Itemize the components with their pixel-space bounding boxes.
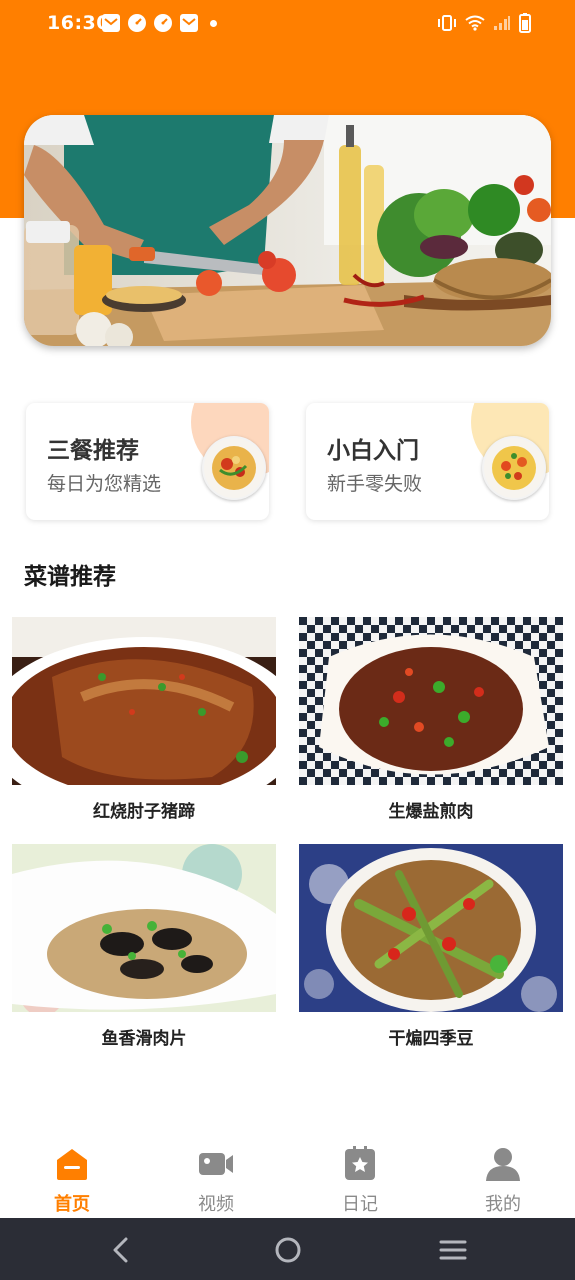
recipe-card[interactable]: 红烧肘子猪蹄 <box>12 617 276 822</box>
mail-icon <box>180 14 198 32</box>
home-icon <box>57 1149 87 1180</box>
nav-label: 首页 <box>54 1194 90 1215</box>
dish-thumbnail <box>202 436 266 500</box>
speedometer-icon <box>128 14 146 32</box>
section-title: 菜谱推荐 <box>24 564 116 590</box>
recipe-card[interactable]: 鱼香滑肉片 <box>12 844 276 1049</box>
vibrate-icon <box>438 15 456 31</box>
status-time: 16:30 <box>47 12 110 34</box>
nav-diary[interactable]: 日记 <box>310 1146 410 1216</box>
recipe-image <box>12 617 276 785</box>
mail-icon <box>102 14 120 32</box>
recipe-name: 生爆盐煎肉 <box>388 802 474 822</box>
recipe-image <box>299 844 563 1012</box>
beginner-card[interactable]: 小白入门 新手零失败 <box>306 403 549 520</box>
nav-home[interactable]: 首页 <box>22 1146 122 1216</box>
recipe-name: 红烧肘子猪蹄 <box>93 802 195 822</box>
notification-icons <box>102 14 217 32</box>
dot-icon <box>210 19 217 27</box>
card-title: 三餐推荐 <box>47 438 139 464</box>
signal-icon <box>494 16 510 30</box>
card-title: 小白入门 <box>327 438 419 464</box>
nav-label: 我的 <box>485 1194 521 1215</box>
dish-thumbnail <box>482 436 546 500</box>
diary-icon <box>345 1146 375 1180</box>
back-icon[interactable] <box>107 1235 137 1265</box>
recipe-card[interactable]: 生爆盐煎肉 <box>299 617 563 822</box>
status-bar: 16:30 <box>0 0 575 48</box>
recipe-image <box>299 617 563 785</box>
card-subtitle: 每日为您精选 <box>47 473 162 495</box>
video-camera-icon <box>199 1153 233 1175</box>
nav-label: 日记 <box>342 1194 378 1215</box>
system-status-icons <box>437 13 531 33</box>
bottom-navigation: 首页 视频 日记 我的 <box>0 1140 575 1218</box>
nav-label: 视频 <box>198 1194 234 1215</box>
nav-video[interactable]: 视频 <box>166 1146 266 1216</box>
system-navigation-bar <box>0 1218 575 1280</box>
card-subtitle: 新手零失败 <box>327 473 423 495</box>
recipe-name: 干煸四季豆 <box>388 1029 474 1049</box>
profile-icon <box>486 1148 520 1181</box>
hero-banner[interactable] <box>24 115 551 346</box>
nav-profile[interactable]: 我的 <box>453 1146 553 1216</box>
menu-icon[interactable] <box>438 1235 468 1265</box>
wifi-icon <box>465 15 485 31</box>
hero-image <box>24 115 551 346</box>
app-screen: 16:30 三餐推荐 每日为您精选 小白入门 新手零失败 菜谱推荐 红烧肘子猪蹄… <box>0 0 575 1280</box>
meal-recommendation-card[interactable]: 三餐推荐 每日为您精选 <box>26 403 269 520</box>
recipe-card[interactable]: 干煸四季豆 <box>299 844 563 1049</box>
recipe-name: 鱼香滑肉片 <box>101 1029 187 1049</box>
speedometer-icon <box>154 14 172 32</box>
recipe-image <box>12 844 276 1012</box>
home-button-icon[interactable] <box>273 1235 303 1265</box>
battery-icon <box>519 13 531 33</box>
